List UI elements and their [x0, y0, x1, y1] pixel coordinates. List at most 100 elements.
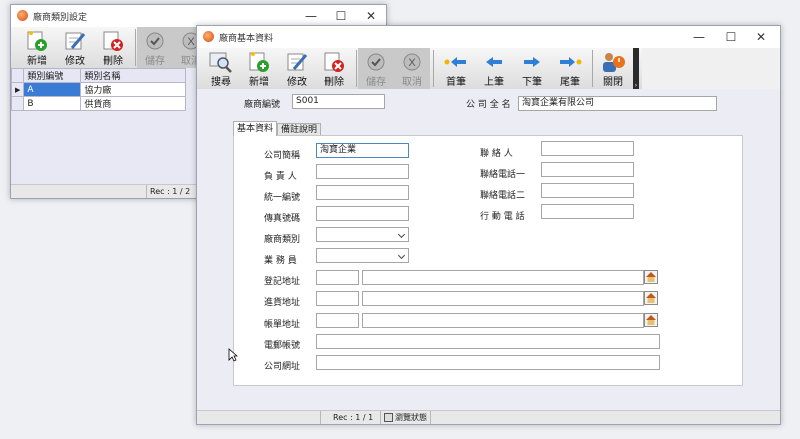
- home-icon: [646, 272, 656, 282]
- next-record-label: 下筆: [522, 77, 542, 88]
- svg-text:X: X: [408, 57, 416, 69]
- save-button-label: 儲存: [366, 77, 386, 88]
- close-form-label: 關閉: [603, 77, 623, 88]
- fax-field[interactable]: [316, 206, 409, 221]
- row-indicator: [10, 96, 25, 111]
- vendor-category-label: 廠商類別: [264, 235, 301, 245]
- minimize-button[interactable]: —: [296, 5, 326, 27]
- phone2-field[interactable]: [541, 183, 634, 198]
- maximize-button[interactable]: ☐: [326, 5, 356, 27]
- registered-address-field[interactable]: [362, 270, 644, 285]
- table-cell[interactable]: B: [23, 96, 82, 111]
- form-body: 廠商編號 S001 公 司 全 名 淘寶企業有限公司 基本資料 備註說明 公司簡…: [197, 89, 780, 410]
- mouse-cursor-icon: [228, 348, 238, 362]
- new-button-label: 新增: [27, 56, 47, 67]
- cancel-button[interactable]: X 取消: [394, 48, 430, 89]
- owner-field[interactable]: [316, 164, 409, 179]
- column-header[interactable]: 類別編號: [23, 68, 82, 83]
- next-record-icon: [524, 57, 540, 67]
- search-button-label: 搜尋: [211, 77, 231, 88]
- delete-button[interactable]: 刪除: [95, 27, 131, 68]
- save-button[interactable]: 儲存: [358, 48, 394, 89]
- close-form-button[interactable]: 關閉: [595, 48, 631, 89]
- contact-person-field[interactable]: [541, 141, 634, 156]
- column-header[interactable]: 類別名稱: [80, 68, 187, 83]
- delete-icon: [103, 31, 123, 51]
- table-cell[interactable]: 協力廠: [80, 82, 187, 97]
- mode-text: 瀏覽狀態: [395, 413, 427, 422]
- tax-id-field[interactable]: [316, 185, 409, 200]
- next-record-button[interactable]: 下筆: [514, 48, 550, 89]
- new-button[interactable]: 新增: [19, 27, 55, 68]
- search-button[interactable]: 搜尋: [203, 48, 239, 89]
- maximize-button[interactable]: ☐: [716, 26, 746, 48]
- table-cell[interactable]: 供貨商: [80, 96, 187, 111]
- row-indicator-header: [10, 68, 25, 83]
- shipping-zip-field[interactable]: [316, 291, 359, 306]
- shipping-address-label: 進貨地址: [264, 298, 301, 308]
- registered-address-lookup-button[interactable]: [644, 270, 658, 284]
- mobile-field[interactable]: [541, 204, 634, 219]
- app-icon: [203, 31, 214, 42]
- billing-address-field[interactable]: [362, 313, 644, 328]
- delete-icon: [324, 52, 344, 72]
- status-bar: Rec : 1 / 1 瀏覽狀態: [197, 410, 780, 424]
- phone1-field[interactable]: [541, 162, 634, 177]
- previous-record-button[interactable]: 上筆: [476, 48, 512, 89]
- billing-address-label: 帳單地址: [264, 320, 301, 330]
- status-cell: [430, 411, 530, 424]
- delete-button-label: 刪除: [324, 77, 344, 88]
- mobile-label: 行 動 電 話: [480, 212, 525, 222]
- minimize-button[interactable]: —: [684, 26, 714, 48]
- home-icon: [646, 293, 656, 303]
- exit-icon: [603, 53, 625, 72]
- tax-id-label: 統一編號: [264, 193, 301, 203]
- table-row[interactable]: ▶ A 協力廠: [10, 82, 187, 97]
- search-icon: [209, 52, 232, 73]
- toolbar-grip[interactable]: ›: [633, 48, 639, 89]
- billing-address-lookup-button[interactable]: [644, 313, 658, 327]
- new-button-label: 新增: [249, 77, 269, 88]
- close-button[interactable]: ✕: [746, 26, 776, 48]
- table-row[interactable]: B 供貨商: [10, 96, 187, 111]
- save-button[interactable]: 儲存: [137, 27, 173, 68]
- company-name-field[interactable]: 淘寶企業有限公司: [518, 96, 717, 111]
- toolbar-separator: [433, 50, 434, 87]
- short-name-field[interactable]: 淘寶企業: [316, 143, 409, 158]
- toolbar: 搜尋 新增 修改 刪除 儲存 X 取消 首筆 上筆 下筆 尾筆 關閉 ›: [197, 48, 642, 89]
- first-record-label: 首筆: [446, 77, 466, 88]
- svg-text:X: X: [187, 36, 195, 48]
- salesperson-select[interactable]: [316, 248, 409, 263]
- table-cell[interactable]: A: [23, 82, 82, 97]
- mode-icon: [384, 413, 393, 422]
- toolbar-separator: [135, 29, 136, 66]
- title-bar: 廠商基本資料 — ☐ ✕: [197, 26, 780, 48]
- contact-person-label: 聯 絡 人: [480, 149, 513, 159]
- registered-zip-field[interactable]: [316, 270, 359, 285]
- vendor-code-field[interactable]: S001: [292, 94, 385, 109]
- last-record-button[interactable]: 尾筆: [552, 48, 588, 89]
- title-bar: 廠商類別設定 — ☐ ✕: [11, 5, 386, 27]
- delete-button[interactable]: 刪除: [316, 48, 352, 89]
- website-field[interactable]: [316, 355, 660, 370]
- shipping-address-lookup-button[interactable]: [644, 291, 658, 305]
- vendor-code-label: 廠商編號: [244, 100, 281, 110]
- cancel-button-label: 取消: [402, 77, 422, 88]
- edit-button[interactable]: 修改: [279, 48, 315, 89]
- first-record-button[interactable]: 首筆: [438, 48, 474, 89]
- toolbar-separator: [356, 50, 357, 87]
- save-button-label: 儲存: [145, 56, 165, 67]
- email-field[interactable]: [316, 334, 660, 349]
- new-button[interactable]: 新增: [241, 48, 277, 89]
- save-icon: [367, 53, 385, 71]
- short-name-label: 公司簡稱: [264, 151, 301, 161]
- billing-zip-field[interactable]: [316, 313, 359, 328]
- new-record-icon: [249, 52, 269, 72]
- window-title: 廠商類別設定: [33, 13, 88, 23]
- shipping-address-field[interactable]: [362, 291, 644, 306]
- tab-basic-info[interactable]: 基本資料: [233, 121, 278, 136]
- edit-button[interactable]: 修改: [57, 27, 93, 68]
- close-button[interactable]: ✕: [356, 5, 386, 27]
- vendor-category-select[interactable]: [316, 227, 409, 242]
- window-title: 廠商基本資料: [219, 34, 274, 44]
